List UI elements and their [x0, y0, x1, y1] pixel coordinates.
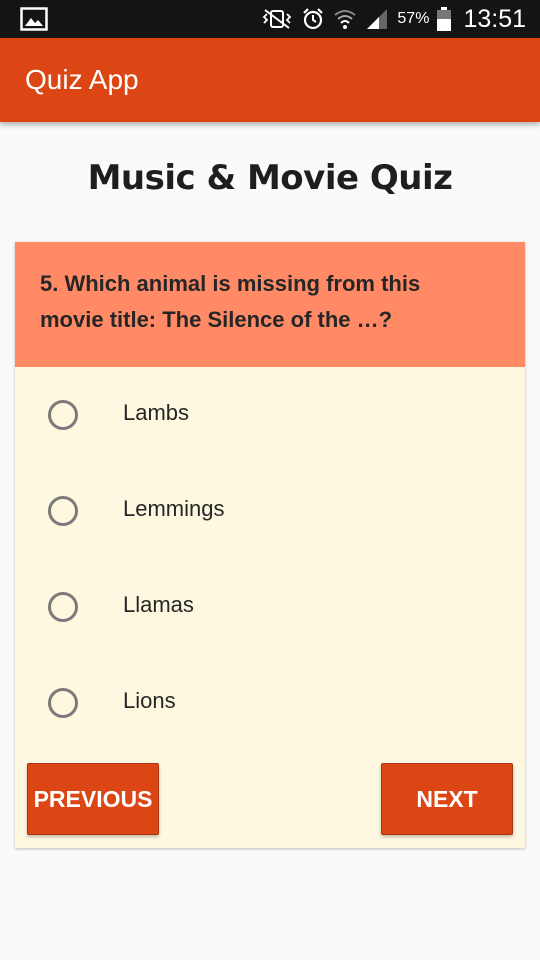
status-icons: 57% 13:51 [261, 0, 526, 38]
radio-button[interactable] [48, 496, 78, 526]
mute-vibrate-icon [261, 8, 293, 30]
alarm-icon [301, 7, 325, 31]
app-title: Quiz App [25, 64, 139, 95]
previous-button[interactable]: PREVIOUS [27, 763, 159, 835]
radio-button[interactable] [48, 688, 78, 718]
option-label: Lemmings [123, 496, 225, 521]
status-clock: 13:51 [463, 4, 526, 33]
option-row[interactable]: Lambs [15, 367, 525, 463]
next-button[interactable]: NEXT [381, 763, 513, 835]
question-text: 5. Which animal is missing from this mov… [40, 271, 421, 332]
radio-button[interactable] [48, 592, 78, 622]
battery-percent: 57% [397, 10, 430, 27]
option-row[interactable]: Lemmings [15, 463, 525, 559]
option-label: Llamas [123, 592, 194, 617]
wifi-icon [333, 7, 357, 31]
gallery-icon [20, 7, 48, 31]
option-row[interactable]: Lions [15, 655, 525, 751]
option-label: Lambs [123, 400, 190, 425]
radio-button[interactable] [48, 400, 78, 430]
option-label: Lions [123, 688, 176, 713]
question-card: 5. Which animal is missing from this mov… [15, 242, 525, 848]
quiz-title: Music & Movie Quiz [87, 158, 453, 198]
app-bar: Quiz App [0, 38, 540, 122]
option-row[interactable]: Llamas [15, 559, 525, 655]
battery-icon [437, 7, 452, 31]
signal-icon [365, 7, 389, 31]
question-box: 5. Which animal is missing from this mov… [15, 242, 525, 367]
status-bar: 57% 13:51 [0, 0, 540, 38]
